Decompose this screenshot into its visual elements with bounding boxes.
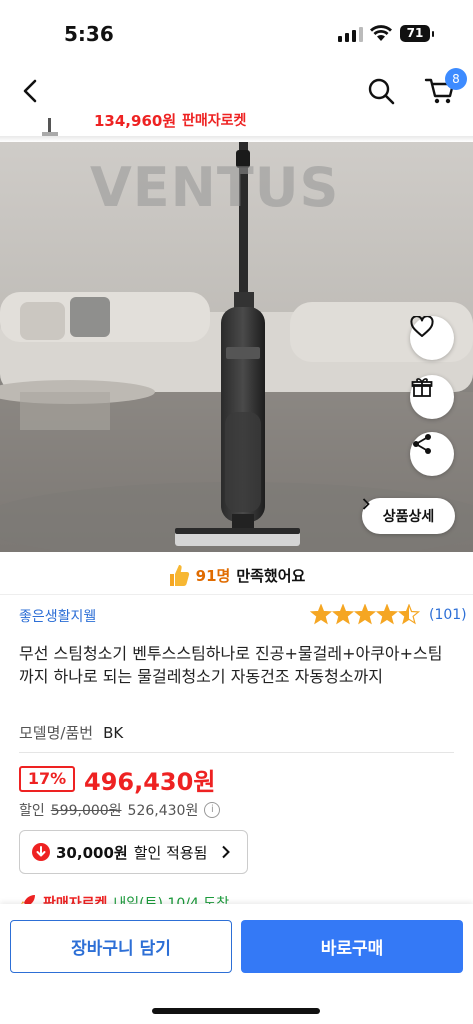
buy-now-button[interactable]: 바로구매 bbox=[241, 920, 463, 973]
model-info: 모델명/품번 BK bbox=[19, 722, 123, 743]
gift-icon bbox=[411, 378, 433, 397]
rating-star bbox=[353, 604, 377, 625]
sticky-summary-strip: 134,960원 판매자로켓 bbox=[0, 108, 473, 138]
review-count[interactable]: (101) bbox=[429, 607, 467, 623]
rating-star bbox=[375, 604, 399, 625]
search-icon[interactable] bbox=[366, 76, 396, 106]
coupon-applied-button[interactable]: 30,000원 할인 적용됨 bbox=[19, 830, 248, 874]
rating-star bbox=[397, 604, 421, 625]
status-bar: 5:36 71 bbox=[0, 0, 473, 62]
product-image[interactable]: VENTUS 상품상세 bbox=[0, 142, 473, 552]
seller-link[interactable]: 좋은생활지웰 bbox=[19, 606, 96, 626]
model-value: BK bbox=[103, 724, 124, 742]
bottom-action-bar: 장바구니 담기 바로구매 bbox=[0, 904, 473, 1024]
product-detail-label: 상품상세 bbox=[382, 509, 435, 525]
home-indicator bbox=[152, 1008, 320, 1014]
peek-rocket-label: 판매자로켓 bbox=[182, 113, 247, 129]
discount-rate-badge: 17% bbox=[19, 766, 75, 792]
brand-watermark: VENTUS bbox=[90, 156, 340, 219]
satisfaction-count: 91명 bbox=[195, 566, 231, 585]
add-to-cart-button[interactable]: 장바구니 담기 bbox=[10, 920, 232, 973]
satisfaction-banner: 91명 만족했어요 bbox=[0, 558, 473, 592]
final-price: 496,430원 bbox=[84, 768, 216, 796]
rating-star bbox=[331, 604, 355, 625]
star-rating-icon bbox=[310, 604, 421, 625]
wifi-icon bbox=[370, 25, 392, 41]
section-divider bbox=[0, 594, 473, 595]
down-arrow-circle-icon bbox=[32, 843, 50, 861]
info-icon[interactable]: i bbox=[204, 802, 221, 818]
battery-icon: 71 bbox=[400, 25, 430, 42]
discount-breakdown: 할인 599,000원 526,430원 i bbox=[19, 800, 221, 820]
product-title: 무선 스팀청소기 벤투스스팀하나로 진공+물걸레+아쿠아+스팀 까지 하나로 되… bbox=[19, 644, 443, 686]
sale-price: 526,430원 bbox=[127, 803, 199, 819]
chevron-right-icon bbox=[222, 845, 231, 859]
share-button[interactable] bbox=[410, 432, 454, 476]
peek-price: 134,960원 bbox=[94, 112, 177, 130]
original-price: 599,000원 bbox=[50, 803, 122, 819]
info-divider bbox=[19, 752, 454, 753]
coupon-text: 할인 적용됨 bbox=[133, 843, 208, 862]
cart-count-badge: 8 bbox=[445, 68, 467, 90]
rating-summary[interactable]: (101) bbox=[310, 604, 467, 626]
satisfaction-text: 만족했어요 bbox=[236, 566, 306, 585]
heart-icon bbox=[410, 316, 434, 337]
chevron-right-icon bbox=[362, 498, 370, 510]
product-thumbnail bbox=[42, 118, 58, 136]
gift-button[interactable] bbox=[410, 375, 454, 419]
wishlist-button[interactable] bbox=[410, 316, 454, 360]
thumbs-up-icon bbox=[169, 565, 189, 586]
rating-star bbox=[310, 604, 333, 625]
cellular-signal-icon bbox=[338, 26, 363, 42]
model-label: 모델명/품번 bbox=[19, 724, 94, 742]
coupon-amount: 30,000원 bbox=[56, 843, 128, 862]
share-icon bbox=[413, 434, 431, 454]
status-time: 5:36 bbox=[64, 22, 114, 46]
discount-label: 할인 bbox=[19, 803, 45, 819]
battery-tip bbox=[432, 31, 434, 37]
product-detail-button[interactable]: 상품상세 bbox=[362, 498, 455, 534]
back-arrow-icon[interactable] bbox=[16, 76, 46, 106]
